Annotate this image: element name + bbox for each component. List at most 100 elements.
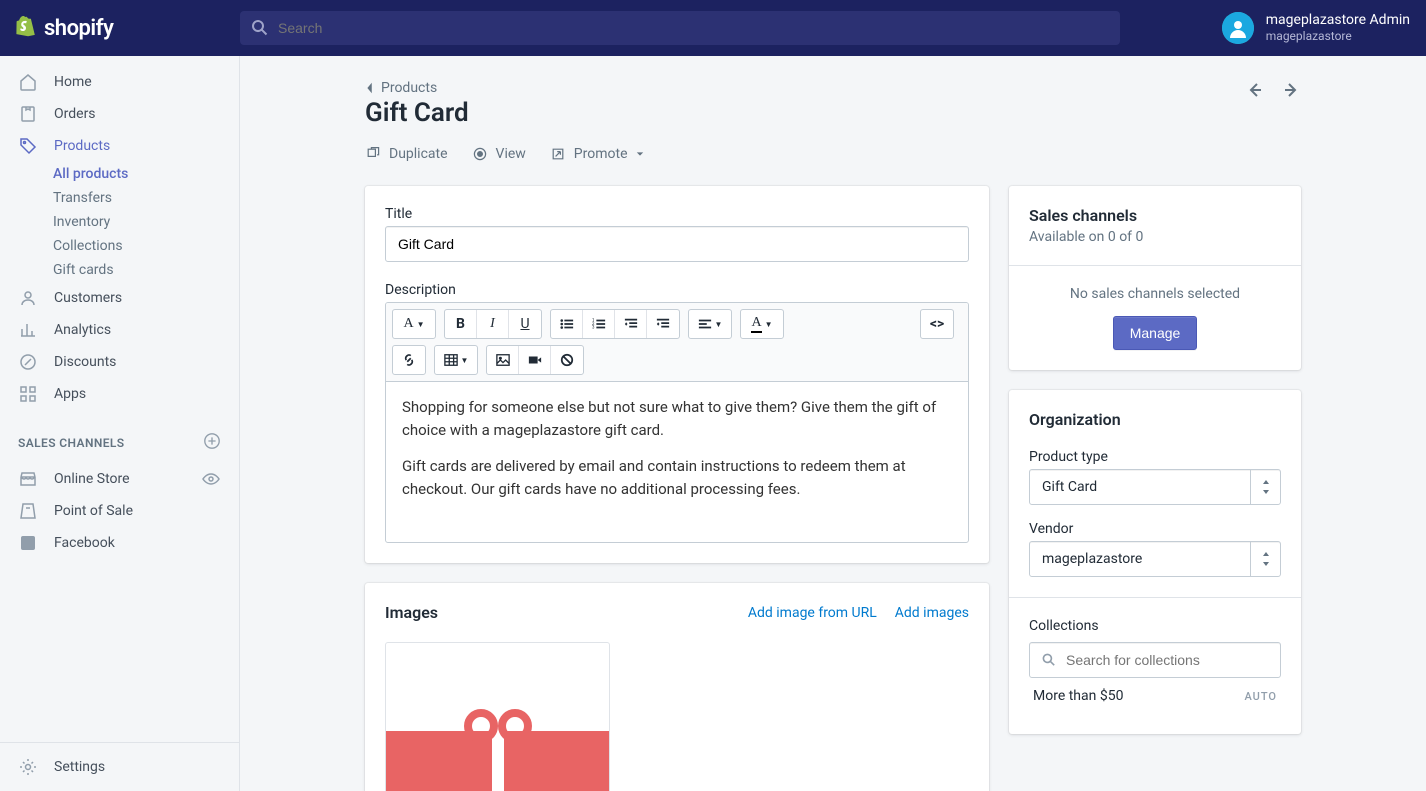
logo-text: shopify [44, 16, 113, 41]
topbar: shopify mageplazastore Admin mageplazast… [0, 0, 1426, 56]
view-action[interactable]: View [472, 146, 526, 162]
nav-orders[interactable]: Orders [0, 98, 239, 130]
auto-badge: AUTO [1244, 690, 1277, 703]
collection-item[interactable]: More than $50 AUTO [1029, 678, 1281, 714]
rte-image-btn[interactable] [487, 346, 519, 374]
nav-customers[interactable]: Customers [0, 282, 239, 314]
title-desc-card: Title Description A▼ B I U [365, 186, 989, 563]
rte-italic-btn[interactable]: I [477, 310, 509, 338]
collections-search[interactable] [1029, 642, 1281, 678]
nav-facebook[interactable]: Facebook [0, 527, 239, 559]
user-name: mageplazastore Admin [1266, 12, 1410, 29]
vendor-label: Vendor [1029, 521, 1281, 537]
back-link[interactable]: Products [365, 80, 469, 96]
select-caret-icon [1250, 470, 1280, 504]
orders-icon [18, 104, 38, 124]
nav-settings[interactable]: Settings [0, 751, 239, 783]
rte-ul-btn[interactable] [551, 310, 583, 338]
search-icon [1041, 652, 1057, 672]
images-title: Images [385, 603, 438, 622]
search-icon [250, 18, 270, 42]
rte-ol-btn[interactable]: 123 [583, 310, 615, 338]
prev-arrow[interactable] [1245, 80, 1265, 104]
nav-all-products[interactable]: All products [0, 162, 239, 186]
search-input[interactable] [240, 11, 1120, 45]
title-label: Title [385, 206, 969, 222]
caret-down-icon [636, 150, 644, 158]
next-arrow[interactable] [1281, 80, 1301, 104]
page-actions: Duplicate View Promote [365, 146, 1301, 162]
shopify-icon [16, 16, 38, 40]
sales-title: Sales channels [1029, 206, 1281, 225]
collections-label: Collections [1029, 618, 1281, 634]
rte-font-btn[interactable]: A▼ [393, 310, 435, 338]
title-input[interactable] [385, 226, 969, 262]
rte-underline-btn[interactable]: U [509, 310, 541, 338]
discounts-icon [18, 352, 38, 372]
rte-indent-btn[interactable] [647, 310, 679, 338]
nav-collections[interactable]: Collections [0, 234, 239, 258]
user-store: mageplazastore [1266, 29, 1410, 43]
nav-inventory[interactable]: Inventory [0, 210, 239, 234]
product-image[interactable] [385, 642, 610, 791]
type-select[interactable]: Gift Card [1029, 469, 1281, 505]
nav-products[interactable]: Products [0, 130, 239, 162]
duplicate-icon [365, 146, 381, 162]
sales-channels-card: Sales channels Available on 0 of 0 No sa… [1009, 186, 1301, 370]
view-icon [472, 146, 488, 162]
duplicate-action[interactable]: Duplicate [365, 146, 448, 162]
manage-button[interactable]: Manage [1113, 316, 1198, 350]
nav-analytics[interactable]: Analytics [0, 314, 239, 346]
type-label: Product type [1029, 449, 1281, 465]
rte-outdent-btn[interactable] [615, 310, 647, 338]
add-channel-icon[interactable] [203, 432, 221, 453]
logo[interactable]: shopify [16, 16, 240, 41]
rte-table-btn[interactable]: ▼ [435, 346, 477, 374]
svg-text:3: 3 [592, 325, 595, 330]
search-container [240, 11, 1120, 45]
promote-action[interactable]: Promote [550, 146, 644, 162]
home-icon [18, 72, 38, 92]
rte-align-btn[interactable]: ▼ [689, 310, 731, 338]
sales-available: Available on 0 of 0 [1029, 229, 1281, 245]
nav-home[interactable]: Home [0, 66, 239, 98]
nav-discounts[interactable]: Discounts [0, 346, 239, 378]
nav-giftcards[interactable]: Gift cards [0, 258, 239, 282]
no-channels-text: No sales channels selected [1070, 286, 1240, 302]
page-title: Gift Card [365, 98, 469, 128]
nav-transfers[interactable]: Transfers [0, 186, 239, 210]
org-title: Organization [1029, 410, 1281, 429]
rte-video-btn[interactable] [519, 346, 551, 374]
rte-link-btn[interactable] [393, 346, 425, 374]
apps-icon [18, 384, 38, 404]
nav-online-store[interactable]: Online Store [0, 463, 239, 495]
add-image-url-link[interactable]: Add image from URL [748, 605, 877, 621]
rte-code-btn[interactable]: <> [921, 310, 953, 338]
main-content: Products Gift Card Duplicate View Promot… [240, 56, 1426, 791]
nav-arrows [1245, 80, 1301, 104]
rte-bold-btn[interactable]: B [445, 310, 477, 338]
select-caret-icon [1250, 542, 1280, 576]
rte-clear-btn[interactable] [551, 346, 583, 374]
user-text: mageplazastore Admin mageplazastore [1266, 12, 1410, 43]
avatar [1222, 12, 1254, 44]
products-icon [18, 136, 38, 156]
promote-icon [550, 146, 566, 162]
nav-section-channels: SALES CHANNELS [0, 410, 239, 463]
desc-label: Description [385, 282, 969, 298]
rte-body[interactable]: Shopping for someone else but not sure w… [386, 382, 968, 542]
customers-icon [18, 288, 38, 308]
add-images-link[interactable]: Add images [895, 605, 969, 621]
facebook-icon [18, 533, 38, 553]
user-menu[interactable]: mageplazastore Admin mageplazastore [1182, 12, 1410, 44]
rte-editor: A▼ B I U 123 [385, 302, 969, 543]
store-icon [18, 469, 38, 489]
chevron-left-icon [365, 81, 375, 95]
nav-pos[interactable]: Point of Sale [0, 495, 239, 527]
eye-icon[interactable] [201, 469, 221, 489]
rte-color-btn[interactable]: A▼ [741, 310, 783, 338]
images-card: Images Add image from URL Add images [365, 583, 989, 791]
vendor-select[interactable]: mageplazastore [1029, 541, 1281, 577]
analytics-icon [18, 320, 38, 340]
nav-apps[interactable]: Apps [0, 378, 239, 410]
